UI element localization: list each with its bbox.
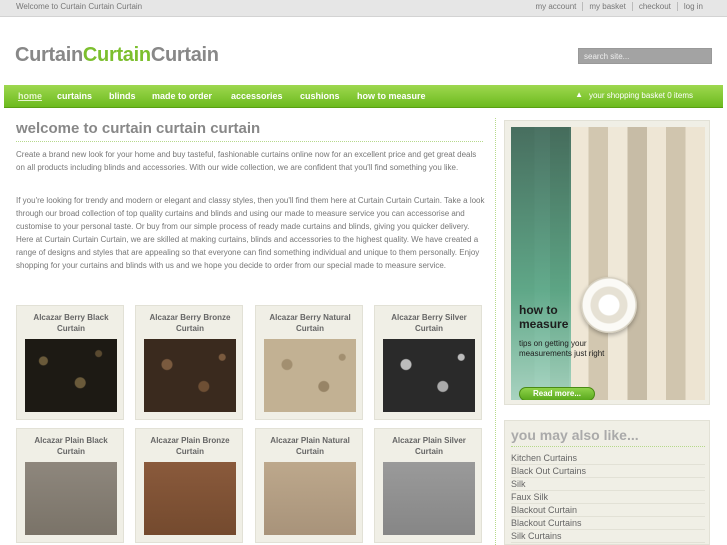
logo-part-1: Curtain	[15, 44, 83, 66]
main-nav: home curtains blinds made to order acces…	[4, 85, 723, 108]
promo-heading: how to measure	[519, 303, 568, 331]
list-item[interactable]: Silk Curtains	[511, 530, 705, 543]
nav-cushions[interactable]: cushions	[300, 91, 340, 101]
nav-made-to-order[interactable]: made to order	[152, 91, 212, 101]
product-title[interactable]: Alcazar Plain Silver Curtain	[379, 435, 479, 457]
also-like-heading: you may also like...	[511, 427, 639, 443]
also-like-list: Kitchen Curtains Black Out Curtains Silk…	[511, 452, 705, 543]
product-title[interactable]: Alcazar Plain Natural Curtain	[260, 435, 360, 457]
column-divider	[495, 118, 496, 545]
nav-home[interactable]: home	[18, 91, 42, 101]
you-may-also-like: you may also like... Kitchen Curtains Bl…	[504, 420, 710, 545]
search-input[interactable]	[578, 48, 712, 64]
product-image[interactable]	[383, 339, 475, 412]
product-card[interactable]: Alcazar Berry Bronze Curtain	[135, 305, 243, 420]
list-item[interactable]: Kitchen Curtains	[511, 452, 705, 465]
nav-accessories[interactable]: accessories	[231, 91, 283, 101]
promo-tips: tips on getting your measurements just r…	[519, 339, 605, 358]
promo-curtain-image[interactable]: how to measure tips on getting your meas…	[511, 127, 705, 400]
product-title[interactable]: Alcazar Berry Natural Curtain	[260, 312, 360, 334]
promo-heading-line-2: measure	[519, 317, 569, 331]
title-divider	[16, 141, 483, 142]
tieback-rosette-icon	[581, 277, 637, 333]
nav-curtains[interactable]: curtains	[57, 91, 92, 101]
shopping-basket-link[interactable]: your shopping basket 0 items	[589, 91, 693, 100]
product-image[interactable]	[383, 462, 475, 535]
nav-blinds[interactable]: blinds	[109, 91, 136, 101]
intro-paragraph: Create a brand new look for your home an…	[16, 150, 477, 172]
product-image[interactable]	[264, 462, 356, 535]
logo-part-2: Curtain	[82, 44, 151, 66]
product-card[interactable]: Alcazar Plain Bronze Curtain	[135, 428, 243, 543]
list-item[interactable]: Blackout Curtains	[511, 517, 705, 530]
product-title[interactable]: Alcazar Berry Silver Curtain	[379, 312, 479, 334]
product-image[interactable]	[144, 339, 236, 412]
product-image[interactable]	[264, 339, 356, 412]
basket-icon: ▲	[575, 90, 583, 99]
product-title[interactable]: Alcazar Plain Black Curtain	[21, 435, 121, 457]
log-in-link[interactable]: log in	[676, 2, 709, 11]
product-title[interactable]: Alcazar Berry Bronze Curtain	[140, 312, 240, 334]
nav-how-to-measure[interactable]: how to measure	[357, 91, 426, 101]
description-paragraph: If you're looking for trendy and modern …	[16, 196, 485, 270]
welcome-text: Welcome to Curtain Curtain Curtain	[16, 2, 143, 11]
product-card[interactable]: Alcazar Plain Black Curtain	[16, 428, 124, 543]
top-bar: Welcome to Curtain Curtain Curtain my ac…	[0, 0, 727, 17]
list-item[interactable]: Black Out Curtains	[511, 465, 705, 478]
product-card[interactable]: Alcazar Berry Silver Curtain	[374, 305, 482, 420]
list-item[interactable]: Blackout Curtain	[511, 504, 705, 517]
product-image[interactable]	[25, 339, 117, 412]
product-card[interactable]: Alcazar Plain Silver Curtain	[374, 428, 482, 543]
logo-part-3: Curtain	[150, 44, 219, 66]
my-account-link[interactable]: my account	[529, 2, 582, 11]
page-title: welcome to curtain curtain curtain	[16, 120, 261, 137]
product-image[interactable]	[144, 462, 236, 535]
product-image[interactable]	[25, 462, 117, 535]
list-item[interactable]: Faux Silk	[511, 491, 705, 504]
site-logo[interactable]: CurtainCurtainCurtain	[15, 44, 219, 67]
how-to-measure-promo[interactable]: how to measure tips on getting your meas…	[504, 120, 710, 405]
product-title[interactable]: Alcazar Plain Bronze Curtain	[140, 435, 240, 457]
my-basket-link[interactable]: my basket	[582, 2, 631, 11]
promo-heading-line-1: how to	[519, 303, 558, 317]
product-card[interactable]: Alcazar Plain Natural Curtain	[255, 428, 363, 543]
read-more-button[interactable]: Read more...	[519, 387, 595, 400]
product-card[interactable]: Alcazar Berry Natural Curtain	[255, 305, 363, 420]
product-title[interactable]: Alcazar Berry Black Curtain	[21, 312, 121, 334]
account-links: my account my basket checkout log in	[529, 2, 709, 11]
also-like-divider	[511, 446, 705, 447]
product-card[interactable]: Alcazar Berry Black Curtain	[16, 305, 124, 420]
promo-backdrop	[511, 127, 571, 400]
checkout-link[interactable]: checkout	[631, 2, 677, 11]
list-item[interactable]: Silk	[511, 478, 705, 491]
